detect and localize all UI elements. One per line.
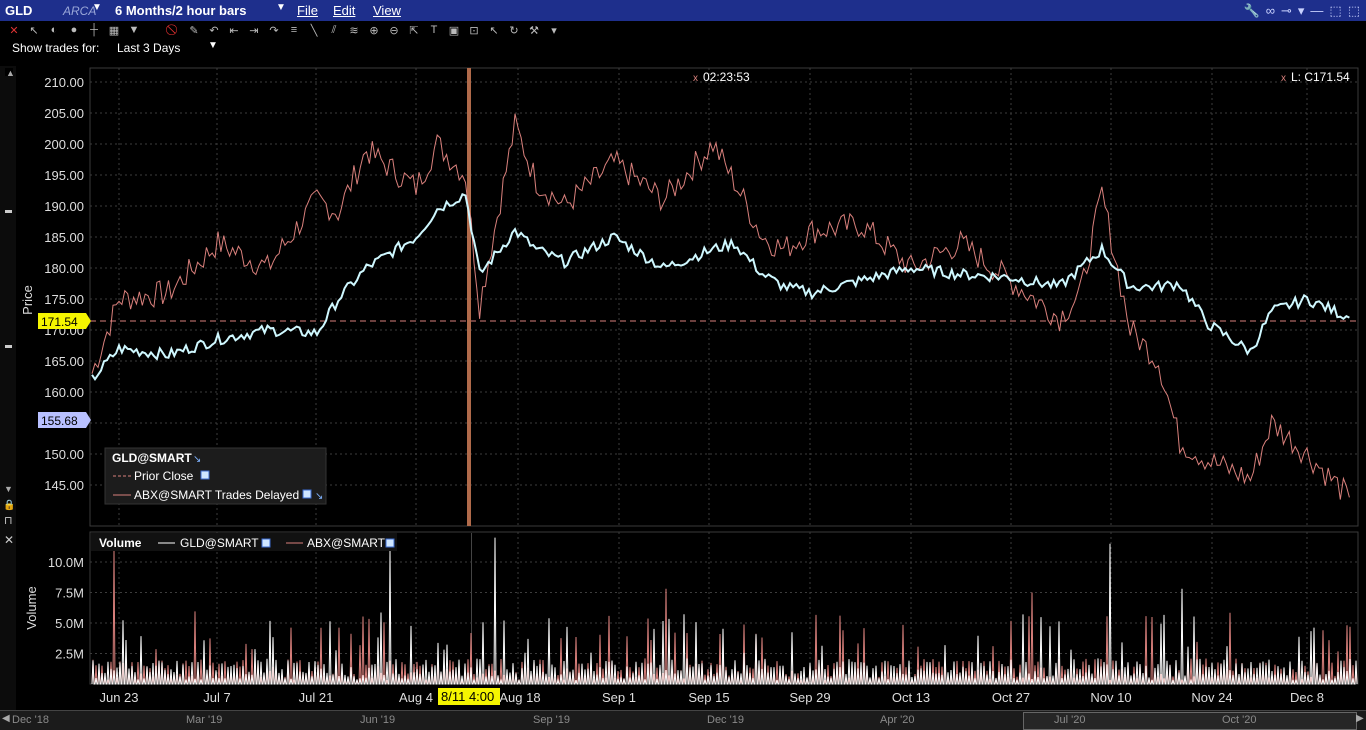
legend-prior-close-checkbox[interactable]: [200, 470, 210, 480]
volume-tick-label: 2.5M: [55, 647, 84, 662]
secondary-price-badge: 155.68: [38, 412, 91, 428]
volume-tick-label: 10.0M: [48, 555, 84, 570]
price-tick-label: 200.00: [44, 137, 84, 152]
date-axis: Jun 23 Jul 7 Jul 21 Aug 4 Aug 18 Sep 1 Sep 15 S…: [99, 690, 1324, 705]
crosshair-time-marker: x: [693, 73, 698, 84]
scroll-label-4: Dec '19: [707, 714, 744, 726]
date-tick-label: Aug 18: [499, 690, 540, 705]
price-grid: [90, 81, 1358, 486]
price-tick-label: 195.00: [44, 168, 84, 183]
date-tick-label: Jul 7: [203, 690, 230, 705]
date-tick-label: Jul 21: [299, 690, 334, 705]
volume-legend-gld-checkbox[interactable]: [261, 538, 271, 548]
volume-grid: [90, 561, 1358, 654]
abx-price-line: [91, 113, 1350, 500]
scroll-label-5: Apr '20: [880, 714, 915, 726]
date-tick-label: Nov 24: [1191, 690, 1232, 705]
scroll-label-7: Oct '20: [1222, 714, 1257, 726]
price-axis-title: Price: [20, 285, 35, 315]
pane-divider-handle-top[interactable]: [5, 210, 12, 213]
crosshair-time: 02:23:53: [703, 70, 750, 84]
price-tick-label: 150.00: [44, 447, 84, 462]
cursor-date-badge: 8/11 4:00: [438, 688, 500, 705]
price-tick-label: 210.00: [44, 75, 84, 90]
volume-axis-title: Volume: [24, 586, 39, 629]
scroll-right-icon[interactable]: ▶: [1356, 713, 1364, 724]
cursor-date-value: 8/11 4:00: [441, 689, 494, 704]
current-price-value: 171.54: [41, 315, 78, 329]
scroll-label-0: Dec '18: [12, 714, 49, 726]
last-price-marker: x: [1281, 73, 1286, 84]
legend-abx-edit-icon[interactable]: ↘: [315, 491, 323, 502]
volume-legend-gld: GLD@SMART: [180, 536, 259, 550]
price-tick-label: 165.00: [44, 354, 84, 369]
volume-axis: 10.0M 7.5M 5.0M 2.5M: [48, 555, 84, 662]
price-tick-label: 145.00: [44, 478, 84, 493]
volume-legend: Volume GLD@SMART ABX@SMART: [91, 533, 397, 551]
price-legend: GLD@SMART ↘ Prior Close ABX@SMART Trades…: [104, 447, 327, 505]
scroll-down-arrow[interactable]: ▼: [4, 484, 13, 494]
volume-legend-abx-checkbox[interactable]: [385, 538, 395, 548]
price-tick-label: 185.00: [44, 230, 84, 245]
date-tick-label: Aug 4: [399, 690, 433, 705]
price-tick-label: 190.00: [44, 199, 84, 214]
date-tick-label: Sep 29: [789, 690, 830, 705]
left-sidebar: [0, 66, 16, 710]
price-axis: 210.00 205.00 200.00 195.00 190.00 185.00 180.…: [44, 75, 84, 493]
legend-abx-checkbox[interactable]: [302, 489, 312, 499]
time-scrollbar[interactable]: ◀ ▶ Dec '18 Mar '19 Jun '19 Sep '19 Dec …: [0, 710, 1366, 730]
date-tick-label: Oct 27: [992, 690, 1030, 705]
date-tick-label: Dec 8: [1290, 690, 1324, 705]
lock-icon[interactable]: 🔒: [3, 499, 15, 511]
volume-tick-label: 7.5M: [55, 586, 84, 601]
scroll-label-6: Jul '20: [1054, 714, 1086, 726]
date-tick-label: Jun 23: [99, 690, 138, 705]
close-pane-icon[interactable]: ✕: [4, 533, 14, 547]
gld-volume-line: [91, 537, 1358, 685]
scroll-label-1: Mar '19: [186, 714, 223, 726]
date-tick-label: Sep 1: [602, 690, 636, 705]
scroll-left-icon[interactable]: ◀: [2, 713, 10, 724]
volume-legend-abx: ABX@SMART: [307, 536, 386, 550]
legend-title: GLD@SMART: [112, 451, 192, 465]
volume-legend-title: Volume: [99, 536, 142, 550]
scroll-label-2: Jun '19: [360, 714, 396, 726]
legend-item-abx: ABX@SMART Trades Delayed: [134, 488, 299, 502]
price-tick-label: 160.00: [44, 385, 84, 400]
date-tick-label: Oct 13: [892, 690, 930, 705]
price-tick-label: 205.00: [44, 106, 84, 121]
price-tick-label: 175.00: [44, 292, 84, 307]
volume-bars: [91, 537, 1358, 685]
lock-open-icon[interactable]: ⊓: [4, 515, 13, 527]
volume-tick-label: 5.0M: [55, 616, 84, 631]
last-price-readout: L: C171.54: [1291, 70, 1350, 84]
current-price-badge: 171.54: [38, 313, 91, 329]
date-tick-label: Sep 15: [688, 690, 729, 705]
price-tick-label: 180.00: [44, 261, 84, 276]
series-layer: [91, 113, 1350, 500]
scroll-up-arrow[interactable]: ▲: [6, 68, 15, 78]
pane-divider-handle-bottom[interactable]: [5, 345, 12, 348]
legend-edit-icon[interactable]: ↘: [193, 454, 201, 465]
date-tick-label: Nov 10: [1090, 690, 1131, 705]
gld-price-line: [91, 193, 1350, 381]
legend-item-prior-close: Prior Close: [134, 469, 194, 483]
scroll-label-3: Sep '19: [533, 714, 570, 726]
chart-area[interactable]: ▲ ▼ 🔒 ⊓ ✕ 210.00 205.00 200.00 195.00 190.00…: [0, 0, 1366, 729]
cursor-bar[interactable]: [467, 68, 471, 526]
secondary-price-value: 155.68: [41, 414, 78, 428]
date-grid: [118, 68, 1308, 684]
